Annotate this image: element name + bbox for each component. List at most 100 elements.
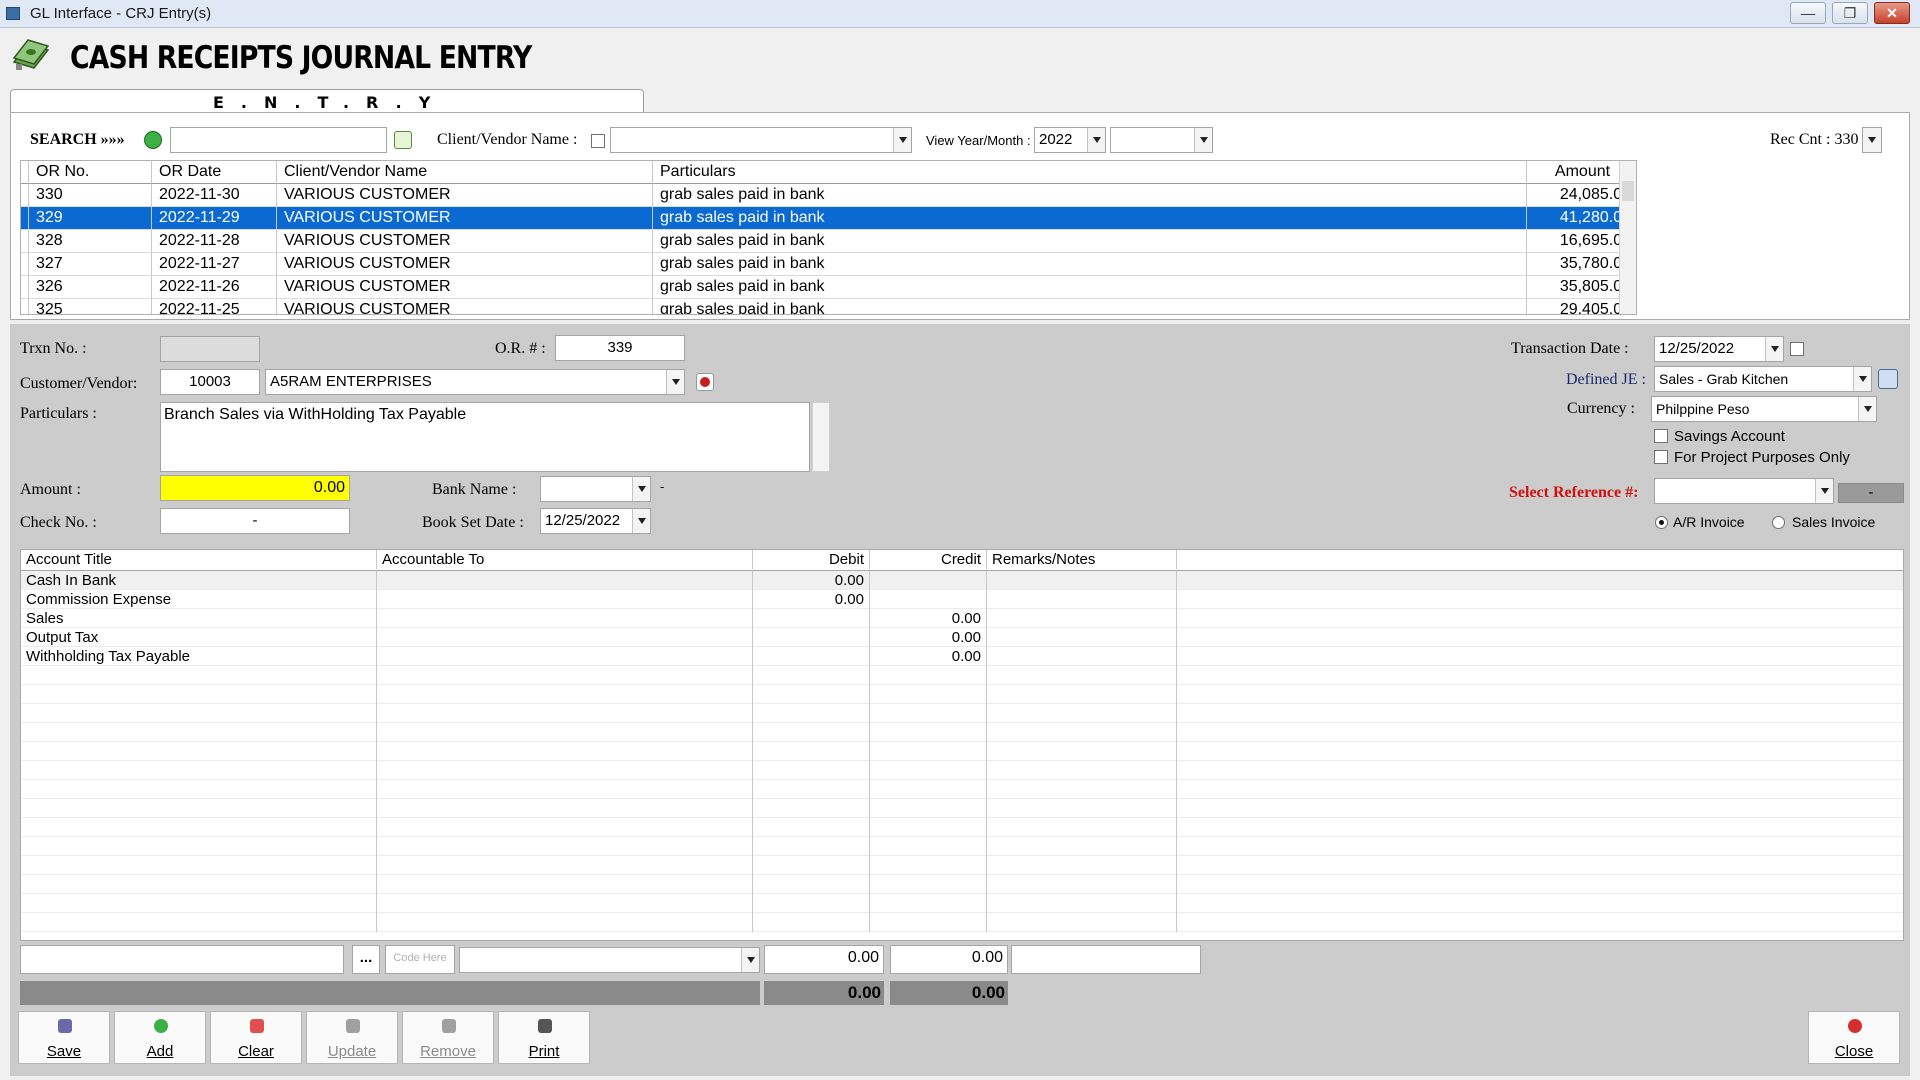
account-entry-field[interactable]	[20, 945, 344, 974]
chevron-down-icon[interactable]	[632, 477, 650, 501]
restore-button[interactable]: ❐	[1832, 2, 1868, 24]
col-credit[interactable]: Credit	[870, 550, 987, 569]
chevron-down-icon[interactable]	[1858, 397, 1876, 421]
chevron-down-icon[interactable]	[1815, 479, 1833, 503]
code-field[interactable]: Code Here	[385, 945, 455, 974]
close-button[interactable]: Close	[1808, 1011, 1900, 1064]
col-account-title[interactable]: Account Title	[21, 550, 377, 569]
month-select[interactable]	[1110, 127, 1213, 153]
particulars-scrollbar[interactable]	[812, 402, 830, 472]
chevron-down-icon[interactable]	[632, 509, 650, 533]
col-particulars[interactable]: Particulars	[653, 161, 1527, 184]
customer-code-field[interactable]: 10003	[160, 369, 260, 395]
journal-empty-row[interactable]	[21, 875, 1903, 894]
customer-name-select[interactable]: A5RAM ENTERPRISES	[265, 369, 685, 395]
row-selector[interactable]	[21, 184, 29, 207]
journal-empty-row[interactable]	[21, 913, 1903, 932]
col-or-no[interactable]: OR No.	[29, 161, 152, 184]
or-no-field[interactable]: 339	[555, 335, 685, 361]
refresh-icon[interactable]	[144, 131, 162, 149]
minimize-button[interactable]: —	[1790, 2, 1826, 24]
journal-row[interactable]: Commission Expense 0.00	[21, 590, 1903, 609]
update-button[interactable]: Update	[306, 1011, 398, 1064]
journal-empty-row[interactable]	[21, 666, 1903, 685]
client-vendor-select[interactable]	[610, 127, 912, 153]
check-no-field[interactable]: -	[160, 508, 350, 534]
table-row[interactable]: 328 2022-11-28 VARIOUS CUSTOMER grab sales …	[21, 230, 1636, 253]
table-row[interactable]: 325 2022-11-25 VARIOUS CUSTOMER grab sales …	[21, 299, 1636, 314]
journal-empty-row[interactable]	[21, 894, 1903, 913]
journal-empty-row[interactable]	[21, 837, 1903, 856]
chevron-down-icon[interactable]	[1194, 128, 1212, 152]
col-remarks[interactable]: Remarks/Notes	[987, 550, 1177, 569]
record-count-dropdown[interactable]	[1862, 127, 1882, 153]
journal-row[interactable]: Output Tax 0.00	[21, 628, 1903, 647]
scrollbar-thumb[interactable]	[1622, 181, 1634, 201]
col-or-date[interactable]: OR Date	[152, 161, 277, 184]
table-row[interactable]: 330 2022-11-30 VARIOUS CUSTOMER grab sales …	[21, 184, 1636, 207]
remove-button[interactable]: Remove	[402, 1011, 494, 1064]
currency-select[interactable]: Philppine Peso	[1651, 396, 1877, 422]
book-set-date-picker[interactable]: 12/25/2022	[540, 508, 651, 534]
row-selector[interactable]	[21, 253, 29, 276]
row-selector[interactable]	[21, 299, 29, 314]
row-selector[interactable]	[21, 276, 29, 299]
select-reference-select[interactable]	[1654, 478, 1834, 504]
sales-invoice-radio[interactable]	[1772, 516, 1785, 529]
remarks-entry-field[interactable]	[1011, 945, 1201, 974]
journal-row[interactable]: Withholding Tax Payable 0.00	[21, 647, 1903, 666]
print-button[interactable]: Print	[498, 1011, 590, 1064]
table-row[interactable]: 327 2022-11-27 VARIOUS CUSTOMER grab sales …	[21, 253, 1636, 276]
col-accountable-to[interactable]: Accountable To	[377, 550, 753, 569]
chevron-down-icon[interactable]	[893, 128, 911, 152]
close-window-button[interactable]: ✕	[1874, 2, 1910, 24]
search-input[interactable]	[170, 127, 387, 153]
transaction-date-checkbox[interactable]	[1790, 342, 1804, 356]
chevron-down-icon[interactable]	[1853, 367, 1871, 391]
customer-add-icon[interactable]	[696, 373, 714, 391]
txn-no-field[interactable]	[160, 336, 260, 362]
grid-scrollbar[interactable]	[1619, 161, 1636, 314]
save-button[interactable]: Save	[18, 1011, 110, 1064]
col-client-vendor[interactable]: Client/Vendor Name	[277, 161, 653, 184]
defined-je-lookup-icon[interactable]	[1878, 369, 1898, 389]
add-button[interactable]: Add	[114, 1011, 206, 1064]
journal-empty-row[interactable]	[21, 704, 1903, 723]
debit-entry-field[interactable]: 0.00	[764, 945, 884, 974]
savings-account-checkbox[interactable]	[1654, 429, 1668, 443]
accountable-to-select[interactable]	[459, 947, 760, 973]
project-purposes-checkbox[interactable]	[1654, 450, 1668, 464]
journal-empty-row[interactable]	[21, 780, 1903, 799]
year-select[interactable]: 2022	[1034, 127, 1106, 153]
browse-account-button[interactable]: ...	[352, 945, 380, 974]
journal-empty-row[interactable]	[21, 742, 1903, 761]
client-vendor-checkbox[interactable]	[591, 134, 605, 148]
search-go-icon[interactable]	[394, 131, 412, 149]
journal-empty-row[interactable]	[21, 723, 1903, 742]
row-selector[interactable]	[21, 207, 29, 230]
table-row[interactable]: 329 2022-11-29 VARIOUS CUSTOMER grab sales …	[21, 207, 1636, 230]
journal-empty-row[interactable]	[21, 799, 1903, 818]
journal-empty-row[interactable]	[21, 761, 1903, 780]
amount-field[interactable]: 0.00	[160, 475, 350, 501]
defined-je-select[interactable]: Sales - Grab Kitchen	[1654, 366, 1872, 392]
tab-entry[interactable]: E.N.T.R.Y	[10, 89, 644, 113]
journal-empty-row[interactable]	[21, 685, 1903, 704]
journal-row[interactable]: Cash In Bank 0.00	[21, 571, 1903, 590]
col-debit[interactable]: Debit	[753, 550, 870, 569]
chevron-down-icon[interactable]	[741, 948, 759, 972]
table-row[interactable]: 326 2022-11-26 VARIOUS CUSTOMER grab sales …	[21, 276, 1636, 299]
chevron-down-icon[interactable]	[1087, 128, 1105, 152]
journal-empty-row[interactable]	[21, 818, 1903, 837]
transaction-date-picker[interactable]: 12/25/2022	[1654, 336, 1784, 362]
bank-name-select[interactable]	[540, 476, 651, 502]
journal-empty-row[interactable]	[21, 856, 1903, 875]
row-selector[interactable]	[21, 230, 29, 253]
credit-entry-field[interactable]: 0.00	[890, 945, 1008, 974]
journal-row[interactable]: Sales 0.00	[21, 609, 1903, 628]
ar-invoice-radio[interactable]	[1655, 516, 1668, 529]
chevron-down-icon[interactable]	[1765, 337, 1783, 361]
chevron-down-icon[interactable]	[666, 370, 684, 394]
particulars-field[interactable]: Branch Sales via WithHolding Tax Payable	[160, 402, 810, 472]
clear-button[interactable]: Clear	[210, 1011, 302, 1064]
